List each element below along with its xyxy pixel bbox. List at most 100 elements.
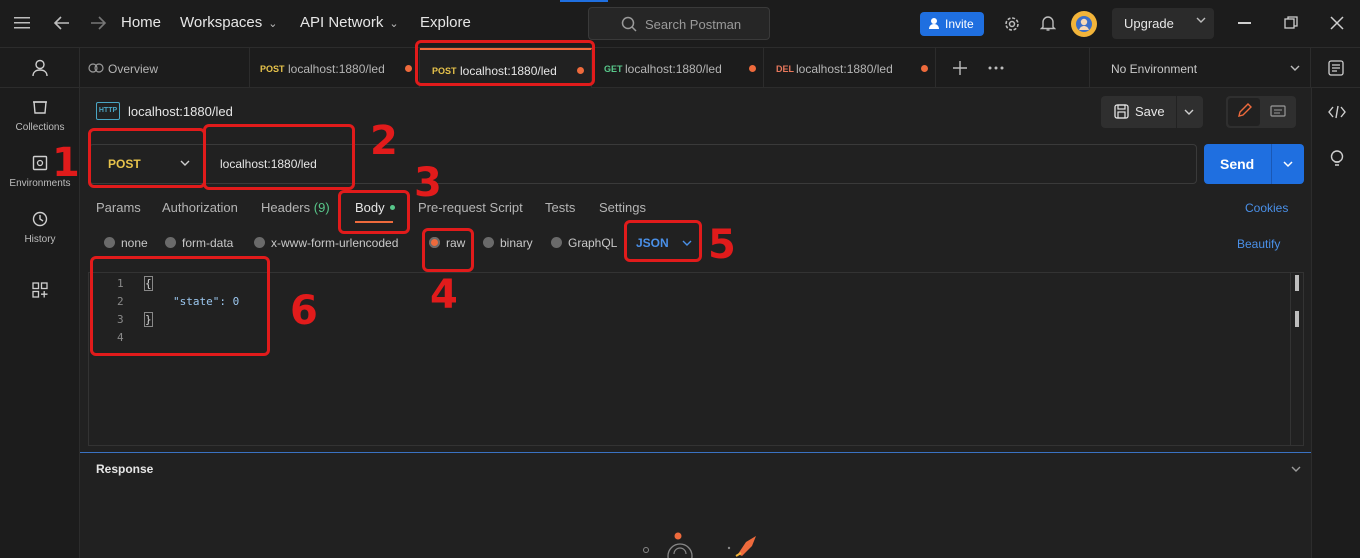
annotation-box-method xyxy=(88,128,206,188)
more-tabs-icon[interactable] xyxy=(988,66,1004,70)
send-button[interactable]: Send xyxy=(1204,144,1304,184)
history-icon xyxy=(32,211,48,227)
nav-api-network-label: API Network xyxy=(300,14,384,31)
save-divider xyxy=(1176,96,1177,128)
tab-request-1[interactable]: POST localhost:1880/led xyxy=(250,48,420,88)
unsaved-dot xyxy=(921,65,928,72)
scrollbar-marker xyxy=(1295,311,1299,327)
request-tab-strip: Overview POST localhost:1880/led POST lo… xyxy=(80,48,1360,88)
tab-request-4[interactable]: DEL localhost:1880/led xyxy=(764,48,936,88)
chevron-down-icon[interactable] xyxy=(1283,160,1293,168)
chevron-down-icon[interactable] xyxy=(1291,465,1301,473)
headers-count: (9) xyxy=(313,200,330,215)
radio-dot xyxy=(104,237,115,248)
tab-settings[interactable]: Settings xyxy=(599,200,646,215)
annotation-number: 2 xyxy=(370,118,398,164)
chevron-down-icon[interactable] xyxy=(1184,108,1194,116)
save-icon xyxy=(1114,104,1129,119)
radio-form-data[interactable]: form-data xyxy=(165,236,233,250)
unsaved-dot xyxy=(749,65,756,72)
annotation-number: 4 xyxy=(430,272,458,318)
close-icon[interactable] xyxy=(1330,16,1344,30)
chevron-down-icon xyxy=(1196,16,1206,24)
scrollbar-thumb[interactable] xyxy=(1295,275,1299,291)
right-sidebar xyxy=(1311,88,1360,558)
environment-selector[interactable]: No Environment xyxy=(1089,48,1311,88)
invite-button[interactable]: Invite xyxy=(920,12,984,36)
radio-label: none xyxy=(121,236,148,250)
unsaved-dot xyxy=(405,65,412,72)
tab-method: GET xyxy=(604,64,623,74)
menu-icon[interactable] xyxy=(14,16,32,30)
nav-workspaces[interactable]: Workspaces ⌄ xyxy=(180,14,277,31)
radio-dot xyxy=(165,237,176,248)
annotation-box-active-tab xyxy=(415,40,595,86)
annotation-number: 1 xyxy=(52,140,80,186)
save-label: Save xyxy=(1135,104,1165,119)
tab-params[interactable]: Params xyxy=(96,200,141,215)
search-icon xyxy=(621,16,637,32)
radio-graphql[interactable]: GraphQL xyxy=(551,236,617,250)
restore-icon[interactable] xyxy=(1284,16,1298,30)
nav-explore[interactable]: Explore xyxy=(420,14,471,31)
invite-label: Invite xyxy=(945,17,974,31)
response-title[interactable]: Response xyxy=(96,462,153,476)
radio-dot xyxy=(483,237,494,248)
chevron-down-icon: ⌄ xyxy=(389,18,399,30)
tab-overview[interactable]: Overview xyxy=(80,48,250,88)
nav-api-network[interactable]: API Network ⌄ xyxy=(300,14,399,31)
sidebar-item-label: Collections xyxy=(15,122,65,133)
request-title[interactable]: localhost:1880/led xyxy=(128,104,233,119)
user-icon[interactable] xyxy=(31,59,49,77)
upgrade-button[interactable]: Upgrade xyxy=(1112,8,1214,39)
new-tab-plus-icon[interactable] xyxy=(953,61,967,75)
radio-x-www-form-urlencoded[interactable]: x-www-form-urlencoded xyxy=(254,236,398,250)
send-divider xyxy=(1271,144,1272,184)
tab-authorization[interactable]: Authorization xyxy=(162,200,238,215)
chevron-down-icon xyxy=(1290,64,1300,72)
configure-sidebar-icon[interactable] xyxy=(32,282,48,298)
save-button[interactable]: Save xyxy=(1101,96,1203,128)
settings-gear-icon[interactable] xyxy=(1003,15,1021,33)
tab-request-3[interactable]: GET localhost:1880/led xyxy=(592,48,764,88)
environment-quick-look-icon[interactable] xyxy=(1328,60,1344,76)
add-user-icon xyxy=(929,17,941,30)
code-snippet-icon[interactable] xyxy=(1328,105,1346,119)
tab-headers[interactable]: Headers (9) xyxy=(261,200,330,215)
lightbulb-icon[interactable] xyxy=(1330,150,1344,168)
radio-none[interactable]: none xyxy=(104,236,148,250)
avatar[interactable] xyxy=(1071,11,1097,37)
sidebar-item-label: History xyxy=(24,234,56,245)
tab-url: localhost:1880/led xyxy=(288,62,385,76)
minimize-icon[interactable] xyxy=(1238,22,1251,24)
annotation-number: 6 xyxy=(290,288,318,334)
response-empty-illustration-icon xyxy=(640,530,760,558)
tab-method: POST xyxy=(260,64,285,74)
back-arrow-icon[interactable] xyxy=(53,15,71,31)
cookies-link[interactable]: Cookies xyxy=(1245,201,1288,215)
annotation-box-raw xyxy=(422,228,474,272)
tab-url: localhost:1880/led xyxy=(625,62,722,76)
nav-home[interactable]: Home xyxy=(121,14,161,31)
headers-label: Headers xyxy=(261,200,311,215)
tab-tests[interactable]: Tests xyxy=(545,200,575,215)
search-input[interactable]: Search Postman xyxy=(588,7,770,40)
editor-scrollbar[interactable] xyxy=(1290,273,1304,445)
sidebar-item-collections[interactable]: Collections xyxy=(0,98,80,138)
send-label: Send xyxy=(1220,156,1255,172)
beautify-link[interactable]: Beautify xyxy=(1237,237,1280,251)
nav-workspaces-label: Workspaces xyxy=(180,14,263,31)
forward-arrow-icon[interactable] xyxy=(89,15,107,31)
overview-icon xyxy=(88,62,104,74)
notification-bell-icon[interactable] xyxy=(1040,14,1056,32)
annotation-box-json xyxy=(624,220,702,262)
radio-binary[interactable]: binary xyxy=(483,236,533,250)
left-sidebar: Collections Environments History xyxy=(0,48,80,558)
tab-label: Overview xyxy=(108,62,159,76)
comments-icon[interactable] xyxy=(1270,105,1286,119)
environments-icon xyxy=(32,155,48,171)
edit-pencil-icon[interactable] xyxy=(1228,98,1260,126)
sidebar-item-history[interactable]: History xyxy=(0,210,80,250)
view-mode-toggle xyxy=(1226,96,1296,128)
body-code-editor[interactable]: 1 2 3 4 { "state": 0 } xyxy=(88,272,1304,446)
